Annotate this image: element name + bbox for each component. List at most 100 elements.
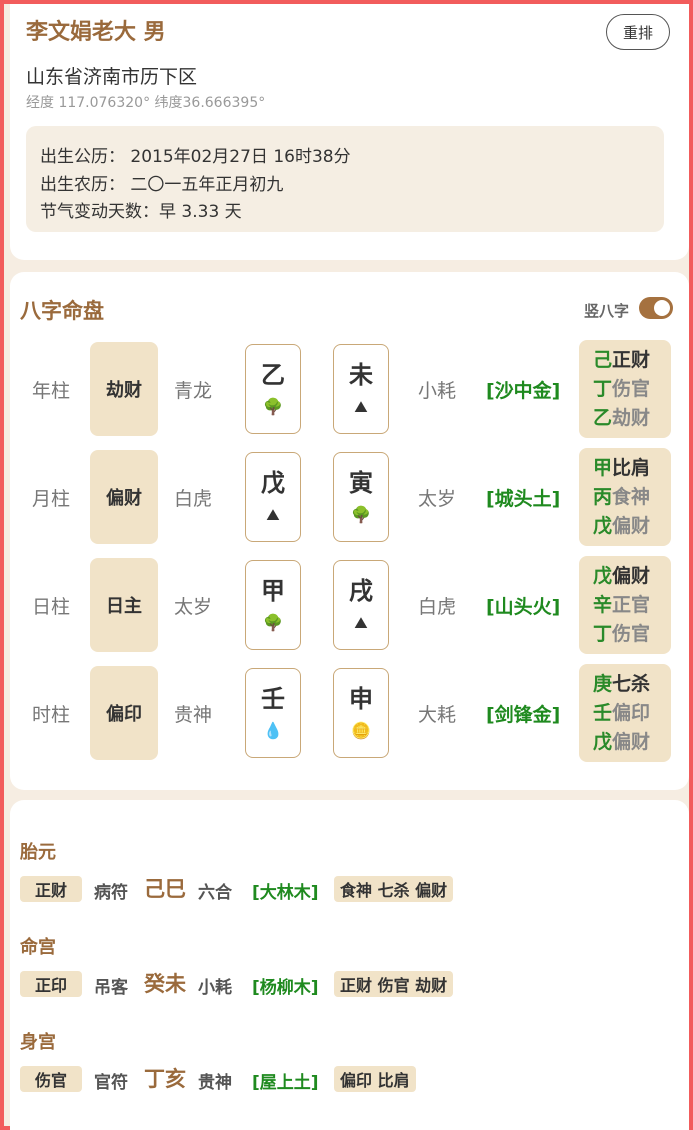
heavenly-stem: 乙 bbox=[261, 361, 285, 389]
hidden-stem: 己 bbox=[593, 348, 613, 371]
palace-nayin: [大林木] bbox=[252, 883, 319, 903]
hidden-stems-box: 庚七杀 壬偏印 戊偏财 bbox=[579, 664, 671, 762]
heavenly-stem-box: 甲 🌳 bbox=[245, 560, 301, 650]
shensha-star-2: 大耗 bbox=[418, 704, 457, 726]
ten-god-tag: 劫财 bbox=[90, 342, 158, 436]
pillar-label: 月柱 bbox=[32, 488, 71, 510]
palace-nayin: [屋上土] bbox=[252, 1073, 319, 1093]
hidden-stem-row: 戊偏财 bbox=[593, 562, 650, 591]
earthly-branch-box: 戌 ⛰ bbox=[333, 560, 389, 650]
earthly-branch-box: 未 ⛰ bbox=[333, 344, 389, 434]
birth-info-box: 出生公历： 2015年02月27日 16时38分 出生农历： 二〇一五年正月初九… bbox=[26, 126, 664, 232]
shensha-star-2: 太岁 bbox=[418, 488, 457, 510]
palace-title: 命宫 bbox=[20, 937, 56, 958]
mountain-icon: ⛰ bbox=[266, 505, 280, 524]
hidden-ten-god: 食神 bbox=[612, 485, 651, 508]
hidden-stem-row: 庚七杀 bbox=[593, 670, 650, 699]
heavenly-stem: 戊 bbox=[261, 469, 285, 497]
heavenly-stem: 甲 bbox=[261, 577, 285, 605]
person-name: 李文娟老大 男 bbox=[26, 20, 166, 45]
coin-icon: 🪙 bbox=[351, 721, 371, 740]
hidden-stem-row: 甲比肩 bbox=[593, 454, 650, 483]
profile-card: 李文娟老大 男 重排 山东省济南市历下区 经度 117.076320° 纬度36… bbox=[10, 4, 689, 260]
ten-god-tag: 偏印 bbox=[90, 666, 158, 760]
hidden-stem: 乙 bbox=[593, 406, 613, 429]
palace-ganzhi: 己巳 bbox=[144, 877, 186, 901]
bazi-chart-card: 八字命盘 竖八字 年柱 劫财 青龙乙 🌳 未 ⛰ 小耗 [沙中金] 己正财 丁伤官 乙劫财 月柱 偏财白… bbox=[10, 272, 689, 790]
palace-star-2: 六合 bbox=[198, 883, 232, 903]
hidden-stem-row: 壬偏印 bbox=[593, 699, 650, 728]
palace-gods-tag: 正财 伤官 劫财 bbox=[334, 971, 454, 997]
mountain-icon: ⛰ bbox=[354, 397, 368, 416]
coordinates: 经度 117.076320° 纬度36.666395° bbox=[26, 95, 266, 111]
hidden-ten-god: 劫财 bbox=[612, 406, 651, 429]
hidden-ten-god: 正官 bbox=[612, 593, 651, 616]
heavenly-stem-box: 戊 ⛰ bbox=[245, 452, 301, 542]
hidden-ten-god: 偏财 bbox=[612, 730, 651, 753]
heavenly-stem: 壬 bbox=[261, 685, 285, 713]
birth-lunar-date: 出生农历： 二〇一五年正月初九 bbox=[40, 175, 284, 195]
pillar-label: 日柱 bbox=[32, 596, 71, 618]
toggle-knob bbox=[654, 300, 670, 316]
nayin-label: [沙中金] bbox=[486, 380, 561, 402]
hidden-ten-god: 伤官 bbox=[612, 622, 651, 645]
birth-solar-date: 出生公历： 2015年02月27日 16时38分 bbox=[40, 147, 351, 167]
hidden-ten-god: 比肩 bbox=[612, 456, 651, 479]
nayin-label: [山头火] bbox=[486, 596, 561, 618]
palace-ganzhi: 丁亥 bbox=[144, 1067, 186, 1091]
hidden-ten-god: 伤官 bbox=[612, 377, 651, 400]
palace-star: 病符 bbox=[94, 883, 128, 903]
palace-star: 官符 bbox=[94, 1073, 128, 1093]
shensha-star-2: 小耗 bbox=[418, 380, 457, 402]
pillar-label: 年柱 bbox=[32, 380, 71, 402]
palace-ten-god-tag: 正财 bbox=[20, 876, 82, 902]
shensha-star: 青龙 bbox=[174, 380, 213, 402]
solar-term-offset: 节气变动天数：早 3.33 天 bbox=[40, 202, 242, 222]
shensha-star: 白虎 bbox=[174, 488, 213, 510]
hidden-stem-row: 戊偏财 bbox=[593, 512, 650, 541]
mountain-icon: ⛰ bbox=[354, 613, 368, 632]
extra-palaces-card: 胎元正财 病符 己巳 六合 [大林木] 食神 七杀 偏财命宫正印 吊客 癸未 小耗 [杨柳木] 正财… bbox=[10, 800, 689, 1130]
water-drop-icon: 💧 bbox=[263, 721, 283, 740]
heavenly-stem-box: 乙 🌳 bbox=[245, 344, 301, 434]
palace-title: 胎元 bbox=[20, 842, 56, 863]
hidden-stems-box: 甲比肩 丙食神戊偏财 bbox=[579, 448, 671, 546]
tree-icon: 🌳 bbox=[263, 397, 283, 416]
earthly-branch: 申 bbox=[349, 685, 373, 713]
earthly-branch-box: 申 🪙 bbox=[333, 668, 389, 758]
hidden-stem: 丙 bbox=[593, 485, 613, 508]
hidden-stem: 壬 bbox=[593, 701, 613, 724]
vertical-bazi-toggle[interactable] bbox=[639, 297, 673, 319]
palace-ganzhi: 癸未 bbox=[144, 972, 186, 996]
birth-address: 山东省济南市历下区 bbox=[26, 66, 198, 88]
hidden-stem-row: 己正财 bbox=[593, 346, 650, 375]
reset-button[interactable]: 重排 bbox=[606, 14, 670, 50]
hidden-stem: 戊 bbox=[593, 730, 613, 753]
hidden-stem: 戊 bbox=[593, 564, 613, 587]
hidden-stems-box: 己正财 丁伤官 乙劫财 bbox=[579, 340, 671, 438]
earthly-branch: 未 bbox=[349, 361, 373, 389]
shensha-star-2: 白虎 bbox=[418, 596, 457, 618]
hidden-stem-row: 丁伤官 bbox=[593, 375, 650, 404]
hidden-stem-row: 乙劫财 bbox=[593, 404, 650, 433]
earthly-branch-box: 寅 🌳 bbox=[333, 452, 389, 542]
tree-icon: 🌳 bbox=[351, 505, 371, 524]
nayin-label: [剑锋金] bbox=[486, 704, 561, 726]
palace-gods-tag: 食神 七杀 偏财 bbox=[334, 876, 454, 902]
vertical-bazi-label: 竖八字 bbox=[584, 302, 630, 320]
hidden-stem: 戊 bbox=[593, 514, 613, 537]
palace-ten-god-tag: 正印 bbox=[20, 971, 82, 997]
ten-god-tag: 日主 bbox=[90, 558, 158, 652]
palace-star-2: 小耗 bbox=[198, 978, 232, 998]
nayin-label: [城头土] bbox=[486, 488, 561, 510]
hidden-ten-god: 七杀 bbox=[612, 672, 651, 695]
palace-nayin: [杨柳木] bbox=[252, 978, 319, 998]
earthly-branch: 寅 bbox=[349, 469, 373, 497]
shensha-star: 贵神 bbox=[174, 704, 213, 726]
hidden-stems-box: 戊偏财 辛正官 丁伤官 bbox=[579, 556, 671, 654]
ten-god-tag: 偏财 bbox=[90, 450, 158, 544]
bazi-title: 八字命盘 bbox=[20, 299, 104, 323]
palace-star: 吊客 bbox=[94, 978, 128, 998]
tree-icon: 🌳 bbox=[263, 613, 283, 632]
hidden-stem-row: 丁伤官 bbox=[593, 620, 650, 649]
